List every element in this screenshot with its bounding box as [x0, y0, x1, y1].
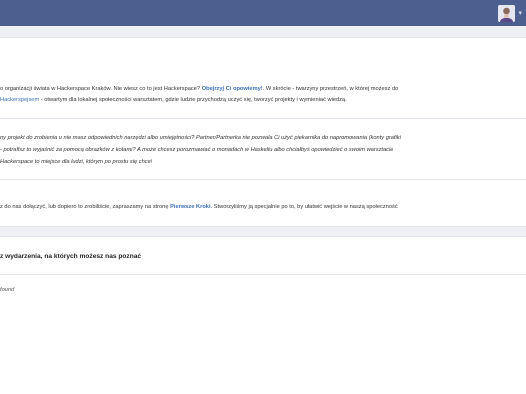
chevron-down-icon: ▾ — [518, 9, 522, 17]
projects-line-3: Hackerspace to miejsce dla ludzi, którym… — [0, 159, 153, 165]
events-title: z wydarzenia, na których możesz nas pozn… — [0, 253, 142, 260]
intro-link-video[interactable]: Obejrzyj Ci opowiemy! — [202, 86, 263, 92]
first-steps-link[interactable]: Pierwsze Kroki — [170, 204, 210, 210]
user-avatar-icon — [498, 4, 516, 22]
top-navbar: ▾ — [0, 0, 526, 26]
intro-link-hackerspace[interactable]: Hackerspejsem — [0, 97, 39, 103]
projects-line-2: - potrafisz to wyjaśnić za pomocą obrazk… — [0, 147, 394, 153]
events-panel: z wydarzenia, na których możesz nas pozn… — [0, 236, 526, 394]
intro-text-1: o organizacji świata w Hackerspace Krakó… — [0, 86, 202, 92]
events-empty-message: found — [0, 287, 15, 293]
intro-text-2: . W skrócie - twarzyny przestrzeń, w któ… — [262, 86, 399, 92]
join-text-2: . Stworzyliśmy ją specjalnie po to, by u… — [210, 204, 398, 210]
about-panel: o organizacji świata w Hackerspace Krakó… — [0, 37, 526, 227]
divider — [0, 274, 526, 275]
user-menu[interactable]: ▾ — [498, 4, 522, 22]
intro-line-1: o organizacji świata w Hackerspace Krakó… — [0, 85, 398, 93]
projects-line-1: ny projekt do zrobienia u nie masz odpow… — [0, 135, 401, 141]
divider — [0, 118, 526, 119]
intro-text-3: - otwartym dla lokalnej społeczności war… — [39, 97, 347, 103]
join-line: z do nas dołączyć, lub dopiero to zrobil… — [0, 203, 398, 211]
divider — [0, 179, 526, 180]
join-text-1: z do nas dołączyć, lub dopiero to zrobil… — [0, 204, 171, 210]
intro-line-2: Hackerspejsem - otwartym dla lokalnej sp… — [0, 96, 347, 104]
